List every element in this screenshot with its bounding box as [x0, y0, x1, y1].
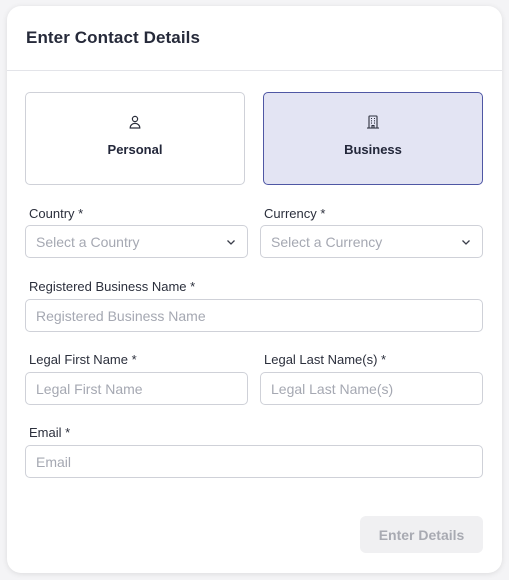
- building-icon: [367, 115, 379, 129]
- business-name-field: [25, 299, 483, 332]
- email-input[interactable]: [36, 453, 482, 470]
- type-option-personal[interactable]: Personal: [25, 92, 245, 185]
- email-label: Email *: [29, 425, 71, 440]
- chevron-down-icon: [462, 239, 470, 245]
- contact-details-card: Enter Contact Details Personal Business …: [7, 6, 502, 573]
- type-option-label: Personal: [107, 142, 163, 157]
- email-field: [25, 445, 483, 478]
- country-select[interactable]: Select a Country: [25, 225, 248, 258]
- business-name-input[interactable]: [36, 307, 482, 324]
- account-type-selector: Personal Business: [25, 92, 483, 185]
- first-name-field: [25, 372, 248, 405]
- enter-details-button[interactable]: Enter Details: [360, 516, 483, 553]
- card-title: Enter Contact Details: [26, 28, 201, 47]
- currency-select[interactable]: Select a Currency: [260, 225, 483, 258]
- last-name-field: [260, 372, 483, 405]
- currency-label: Currency *: [264, 206, 326, 221]
- last-name-label: Legal Last Name(s) *: [264, 352, 387, 367]
- person-icon: [129, 115, 141, 129]
- country-select-placeholder: Select a Country: [36, 233, 140, 250]
- first-name-label: Legal First Name *: [29, 352, 137, 367]
- currency-select-placeholder: Select a Currency: [271, 233, 383, 250]
- chevron-down-icon: [227, 239, 235, 245]
- type-option-business[interactable]: Business: [263, 92, 483, 185]
- country-label: Country *: [29, 206, 84, 221]
- type-option-label: Business: [344, 142, 402, 157]
- first-name-input[interactable]: [36, 380, 247, 397]
- card-header: Enter Contact Details: [7, 6, 502, 71]
- business-name-label: Registered Business Name *: [29, 279, 196, 294]
- last-name-input[interactable]: [271, 380, 482, 397]
